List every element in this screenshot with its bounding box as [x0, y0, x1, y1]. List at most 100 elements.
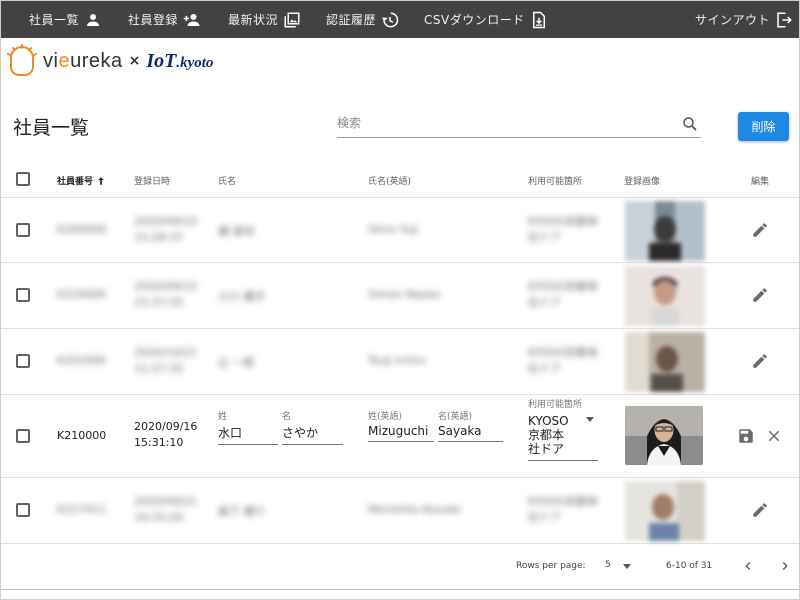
brand-header: vieureka × IoT.kyoto [1, 38, 799, 86]
locations: KYOSO京都本 社ドア [528, 346, 599, 375]
column-employee-no[interactable]: 社員番号 [57, 174, 106, 187]
employee-name-en: Simon Naoko [368, 288, 441, 301]
employee-no: K201900 [57, 354, 107, 367]
dropdown-arrow-icon[interactable] [623, 564, 631, 569]
nav-sign-out[interactable]: サインアウト [695, 1, 793, 38]
locations: KYOSO京都本 社ドア [528, 215, 599, 244]
first-name-en-input[interactable]: Sayaka [438, 424, 503, 442]
employee-name: 橋 保司 [218, 225, 255, 238]
column-name-en[interactable]: 氏名(英語) [368, 174, 411, 187]
history-icon [381, 12, 399, 27]
first-name-en-label: 名(英語) [438, 412, 473, 422]
edit-icon[interactable] [751, 286, 769, 304]
top-nav-bar: 社員一覧 社員登録 最新状況 認証履歴 CSVダウンロード サインアウト [1, 1, 799, 38]
last-name-en-label: 姓(英語) [368, 412, 403, 422]
locations: KYOSO京都本 社ドア [528, 280, 599, 309]
nav-csv-download[interactable]: CSVダウンロード [424, 1, 548, 38]
delete-button[interactable]: 削除 [738, 112, 789, 141]
column-photo: 登録画像 [624, 177, 661, 187]
page-range: 6-10 of 31 [666, 561, 713, 571]
column-name[interactable]: 氏名 [218, 174, 236, 187]
search-box [337, 109, 701, 138]
nav-employee-list-label: 社員一覧 [29, 13, 80, 27]
table-row: K220000 2020/09/15 15:37:55 小川 優子 Simon N… [1, 263, 799, 329]
employee-name: 辻 一郎 [218, 356, 255, 369]
nav-latest-status[interactable]: 最新状況 [228, 1, 301, 38]
cancel-close-icon[interactable] [765, 427, 783, 445]
table-pagination: Rows per page: 5 6-10 of 31 [1, 544, 799, 589]
employee-no: K220000 [57, 288, 107, 301]
edit-icon[interactable] [751, 221, 769, 239]
nav-employee-list[interactable]: 社員一覧 [29, 1, 102, 38]
nav-employee-register[interactable]: 社員登録 [128, 1, 201, 38]
employee-name-en: Morishita Kosuke [368, 503, 461, 516]
nav-auth-history[interactable]: 認証履歴 [326, 1, 399, 38]
locations: KYOSO京都本 社ドア [528, 495, 599, 524]
row-checkbox[interactable] [16, 354, 30, 368]
last-name-field[interactable]: 姓 水口 [218, 409, 278, 445]
person-add-icon [183, 13, 200, 26]
column-employee-no-label: 社員番号 [57, 177, 94, 187]
vieureka-logo-icon [7, 44, 37, 76]
employee-photo [625, 406, 703, 465]
vieureka-wordmark: vieureka [43, 49, 123, 72]
registered-at: 2020/09/16 15:31:10 [134, 420, 198, 449]
last-name-en-input[interactable]: Mizuguchi [368, 424, 434, 442]
dropdown-arrow-icon [586, 417, 594, 422]
nav-auth-history-label: 認証履歴 [326, 13, 377, 27]
location-select-value: KYOSO 京都本 社ドア [528, 414, 569, 456]
previous-page-icon[interactable] [740, 558, 756, 574]
location-select-label: 利用可能箇所 [528, 400, 583, 410]
page-title: 社員一覧 [13, 117, 90, 139]
first-name-en-field[interactable]: 名(英語) Sayaka [438, 409, 503, 442]
table-row-editing: K210000 2020/09/16 15:31:10 姓 水口 名 さやか 姓(… [1, 395, 799, 478]
sort-arrow-up-icon [98, 176, 104, 185]
row-checkbox[interactable] [16, 429, 30, 443]
nav-sign-out-label: サインアウト [695, 13, 771, 27]
table-row: K201900 2020/10/21 11:27:32 辻 一郎 Tsuji Ic… [1, 329, 799, 395]
column-locations[interactable]: 利用可能箇所 [528, 174, 582, 187]
column-edit: 編集 [751, 177, 770, 187]
column-registered-at[interactable]: 登録日時 [134, 174, 170, 187]
nav-employee-register-label: 社員登録 [128, 13, 179, 27]
employee-name-en: Tsuji Ichiro [368, 354, 426, 367]
row-checkbox[interactable] [16, 503, 30, 517]
registered-at: 2020/09/15 15:37:55 [134, 280, 198, 309]
table-row: K217011 2020/09/21 10:33:26 森下 康介 Morishi… [1, 478, 799, 544]
employee-photo [625, 332, 705, 392]
first-name-label: 名 [282, 412, 292, 422]
last-name-en-field[interactable]: 姓(英語) Mizuguchi [368, 409, 434, 442]
edit-icon[interactable] [751, 501, 769, 519]
rows-per-page-select[interactable]: 5 [605, 560, 611, 570]
brand-logo: vieureka × IoT.kyoto [7, 44, 213, 78]
row-checkbox[interactable] [16, 288, 30, 302]
first-name-input[interactable]: さやか [282, 424, 343, 445]
iot-kyoto-wordmark: IoT.kyoto [146, 49, 214, 72]
employee-name: 小川 優子 [218, 290, 266, 303]
select-all-checkbox[interactable] [16, 172, 30, 186]
registered-at: 2020/10/21 11:27:32 [134, 346, 198, 375]
person-icon [87, 13, 100, 26]
photo-library-icon [284, 12, 300, 27]
file-download-icon [532, 11, 545, 28]
employee-photo [625, 481, 705, 541]
logo-separator: × [128, 53, 141, 69]
search-input[interactable] [337, 109, 667, 137]
search-icon[interactable] [681, 115, 699, 133]
row-checkbox[interactable] [16, 223, 30, 237]
location-select[interactable]: 利用可能箇所 KYOSO 京都本 社ドア [528, 397, 598, 461]
employee-photo [625, 266, 705, 326]
employee-name-en: Shiro Yuji [368, 223, 419, 236]
save-icon[interactable] [737, 427, 755, 445]
employee-no: K210000 [57, 429, 107, 442]
employee-name: 森下 康介 [218, 505, 266, 518]
registered-at: 2020/09/21 10:33:26 [134, 495, 198, 524]
next-page-icon[interactable] [777, 558, 793, 574]
logout-icon [777, 12, 792, 27]
edit-icon[interactable] [751, 352, 769, 370]
bottom-divider [1, 589, 799, 590]
first-name-field[interactable]: 名 さやか [282, 409, 343, 445]
last-name-input[interactable]: 水口 [218, 424, 278, 445]
employee-photo [625, 201, 705, 261]
nav-latest-status-label: 最新状況 [228, 13, 279, 27]
